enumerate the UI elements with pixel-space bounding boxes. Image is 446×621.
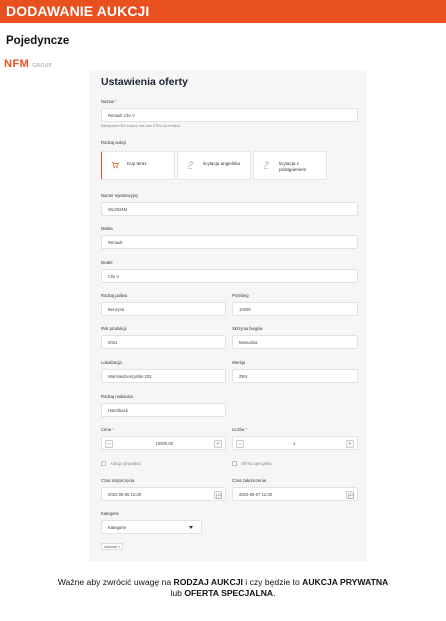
auction-type-label-buy-now: Kup teraz: [127, 161, 147, 166]
quantity-stepper[interactable]: − 1 +: [232, 436, 358, 450]
page-header: DODAWANIE AUKCJI: [0, 0, 446, 23]
start-time-input[interactable]: 2022-05-05 12:30: [101, 487, 226, 501]
logo-sub-text: GROUP: [32, 63, 53, 69]
model-input[interactable]: Clio V: [101, 269, 358, 283]
nfm-logo: NFM GROUP: [4, 58, 52, 70]
price-decrement-button[interactable]: −: [105, 440, 113, 448]
special-offer-checkbox[interactable]: [232, 461, 237, 466]
gavel-icon: [263, 161, 270, 169]
auction-type-label-increment: licytacja z postąpieniem: [279, 161, 307, 172]
category-select-value: Kategorie: [108, 525, 126, 530]
cart-icon: [111, 161, 119, 169]
logo-main-text: NFM: [4, 58, 30, 70]
gearbox-label: Skrzynia biegów: [232, 326, 263, 331]
model-label: Model: [101, 260, 113, 265]
body-type-label: Rodzaj nadwozia: [101, 394, 133, 399]
form-title: Ustawienia oferty: [101, 76, 188, 88]
important-note: Ważne aby zwrócić uwagę na RODZAJ AUKCJI…: [57, 577, 389, 598]
year-label: Rok produkcji: [101, 326, 127, 331]
start-time-value: 2022-05-05 12:30: [108, 492, 142, 497]
registration-label: Numer rejestracyjny: [101, 193, 139, 198]
category-select[interactable]: Kategorie: [101, 520, 202, 534]
private-auction-checkbox[interactable]: [101, 461, 106, 466]
quantity-decrement-button[interactable]: −: [236, 440, 244, 448]
close-icon[interactable]: ×: [118, 545, 120, 549]
location-label: Lokalizacja: [101, 360, 122, 365]
mileage-label: Przebieg: [232, 293, 249, 298]
auction-type-english[interactable]: licytacja angielska: [177, 151, 251, 180]
location-input[interactable]: Wał Miedzeszyński 202: [101, 369, 226, 383]
auction-type-buy-now[interactable]: Kup teraz: [101, 151, 175, 180]
category-chip-label: osobowe: [104, 545, 118, 549]
fuel-label: Rodzaj paliwa: [101, 293, 128, 298]
gearbox-input[interactable]: Manualna: [232, 335, 358, 349]
quantity-value: 1: [293, 441, 296, 446]
price-stepper[interactable]: − 10000,00 +: [101, 436, 226, 450]
name-hint: Maksymalnie 500 znaków, bez kodu HTML lu…: [101, 124, 181, 128]
auction-type-label-english: licytacja angielska: [203, 161, 241, 166]
category-chip: osobowe ×: [101, 543, 124, 550]
year-input[interactable]: 2021: [101, 335, 226, 349]
page: DODAWANIE AUKCJI Pojedyncze NFM GROUP Us…: [0, 0, 446, 621]
chevron-down-icon: [189, 526, 193, 529]
price-increment-button[interactable]: +: [214, 440, 222, 448]
brand-label: Marka: [101, 226, 113, 231]
name-input[interactable]: Renault Clio V: [101, 108, 358, 122]
quantity-increment-button[interactable]: +: [346, 440, 354, 448]
auction-type-increment[interactable]: licytacja z postąpieniem: [253, 151, 327, 180]
special-offer-label: Oferta specjalna: [241, 461, 272, 466]
registration-input[interactable]: WL0024M: [101, 202, 358, 216]
body-type-input[interactable]: Hatchback: [101, 403, 226, 417]
brand-input[interactable]: Renault: [101, 235, 358, 249]
version-label: Wersja: [232, 360, 245, 365]
end-time-input[interactable]: 2022-05-07 12:30: [232, 487, 358, 501]
version-input[interactable]: ZEN: [232, 369, 358, 383]
quantity-label: Liczba *: [232, 427, 247, 432]
price-value: 10000,00: [155, 441, 173, 446]
auction-type-label: Rodzaj aukcji: [101, 140, 126, 145]
mileage-input[interactable]: 10000: [232, 302, 358, 316]
name-label: Nazwa *: [101, 99, 117, 104]
calendar-icon[interactable]: [214, 491, 222, 499]
section-subtitle: Pojedyncze: [6, 35, 70, 47]
header-title: DODAWANIE AUKCJI: [6, 3, 150, 19]
gavel-icon: [187, 161, 194, 169]
price-label: Cena *: [101, 427, 114, 432]
end-time-value: 2022-05-07 12:30: [239, 492, 273, 497]
private-auction-label: Aukcja prywatna: [110, 461, 141, 466]
category-label: Kategorie: [101, 511, 119, 516]
end-time-label: Czas zakończenia: [232, 478, 266, 483]
start-time-label: Czas rozpoczęcia: [101, 478, 135, 483]
calendar-icon[interactable]: [346, 491, 354, 499]
fuel-input[interactable]: Benzyna: [101, 302, 226, 316]
